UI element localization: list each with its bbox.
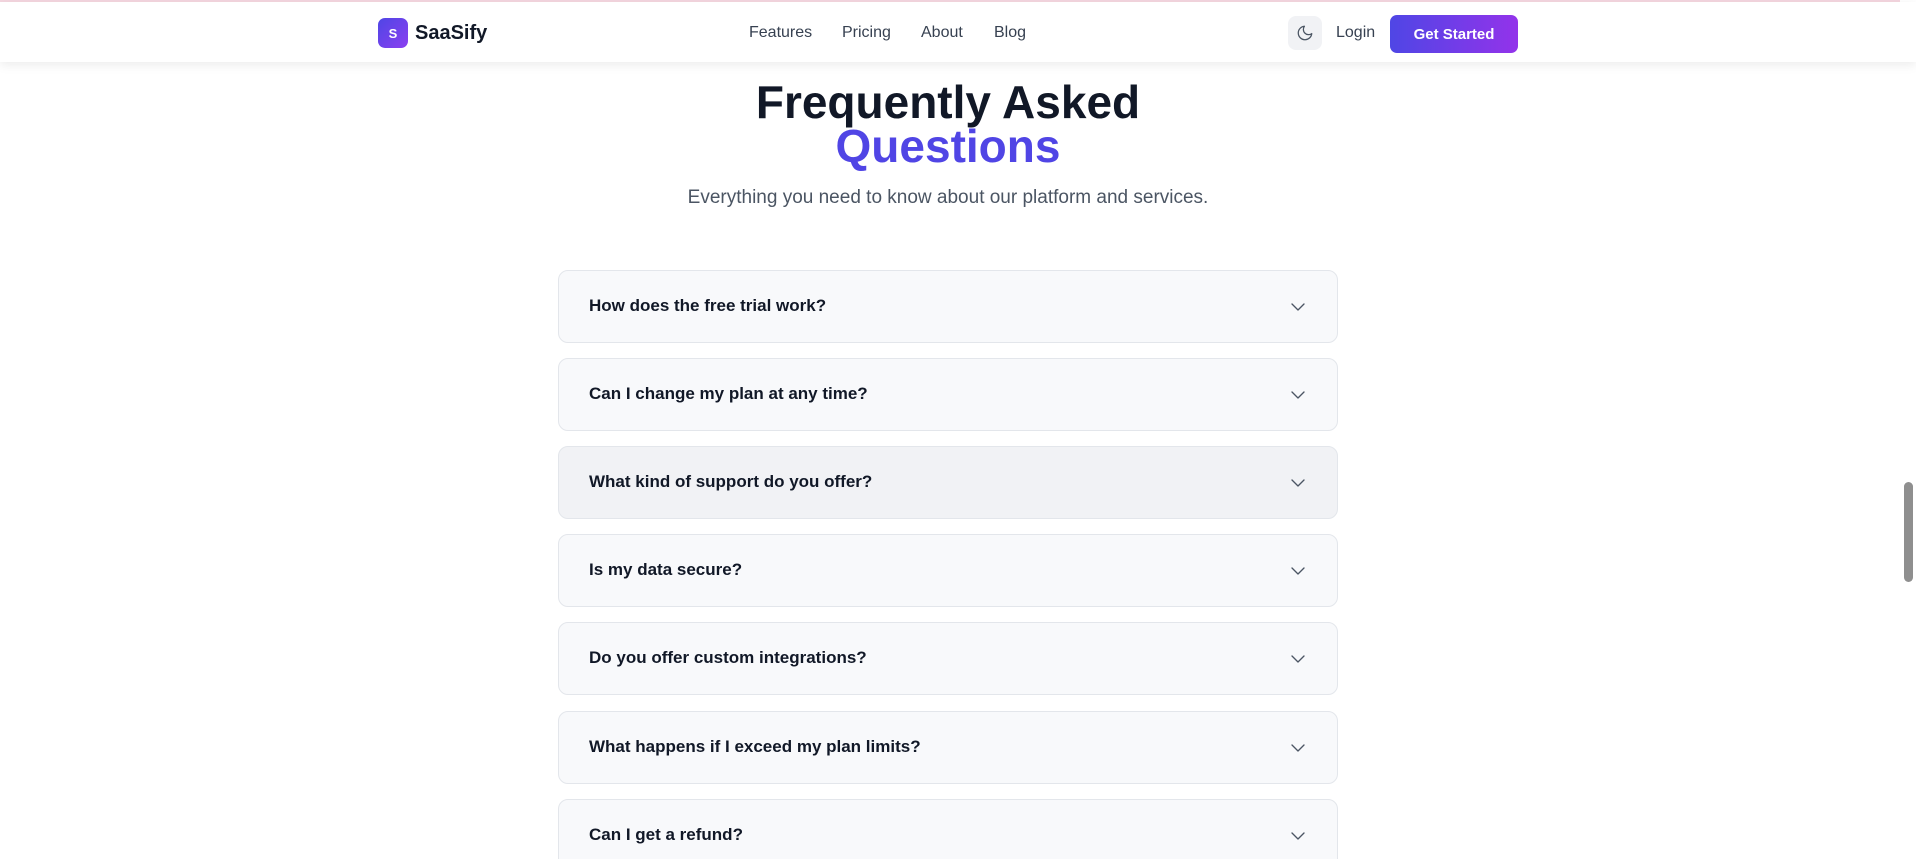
nav-link-blog[interactable]: Blog	[994, 23, 1026, 43]
nav-link-features[interactable]: Features	[749, 23, 812, 43]
faq-question: Do you offer custom integrations?	[589, 648, 867, 667]
logo-mark[interactable]: S	[378, 18, 408, 48]
moon-icon	[1297, 25, 1313, 41]
chevron-down-icon	[1291, 567, 1305, 575]
faq-question: How does the free trial work?	[589, 296, 827, 315]
faq-item[interactable]: Is my data secure?	[558, 534, 1338, 607]
faq-item[interactable]: What kind of support do you offer?	[558, 446, 1338, 519]
faq-question: Is my data secure?	[589, 560, 743, 579]
theme-toggle-button[interactable]	[1288, 16, 1322, 50]
faq-item[interactable]: What happens if I exceed my plan limits?	[558, 711, 1338, 784]
chevron-down-icon	[1291, 744, 1305, 752]
login-link[interactable]: Login	[1336, 23, 1375, 43]
get-started-button[interactable]: Get Started	[1390, 15, 1518, 53]
page-title-highlight: Questions	[835, 120, 1061, 172]
scrollbar-thumb[interactable]	[1904, 482, 1913, 582]
scrollbar[interactable]	[1900, 0, 1916, 859]
chevron-down-icon	[1291, 479, 1305, 487]
faq-question: What happens if I exceed my plan limits?	[589, 737, 921, 756]
faq-question: What kind of support do you offer?	[589, 472, 873, 491]
chevron-down-icon	[1291, 832, 1305, 840]
chevron-down-icon	[1291, 303, 1305, 311]
chevron-down-icon	[1291, 655, 1305, 663]
chevron-down-icon	[1291, 391, 1305, 399]
faq-item[interactable]: How does the free trial work?	[558, 270, 1338, 343]
page: S SaaSify Features Pricing About Blog Lo…	[0, 0, 1916, 859]
logo-letter: S	[388, 25, 398, 41]
nav-link-about[interactable]: About	[921, 23, 963, 43]
page-subtitle: Everything you need to know about our pl…	[687, 187, 1209, 208]
faq-question: Can I change my plan at any time?	[589, 384, 868, 403]
faq-item[interactable]: Do you offer custom integrations?	[558, 622, 1338, 695]
brand-name[interactable]: SaaSify	[415, 21, 487, 45]
site-header: S SaaSify Features Pricing About Blog Lo…	[0, 2, 1916, 62]
nav-link-pricing[interactable]: Pricing	[842, 23, 891, 43]
faq-item[interactable]: Can I change my plan at any time?	[558, 358, 1338, 431]
faq-question: Can I get a refund?	[589, 825, 743, 844]
faq-item[interactable]: Can I get a refund?	[558, 799, 1338, 859]
